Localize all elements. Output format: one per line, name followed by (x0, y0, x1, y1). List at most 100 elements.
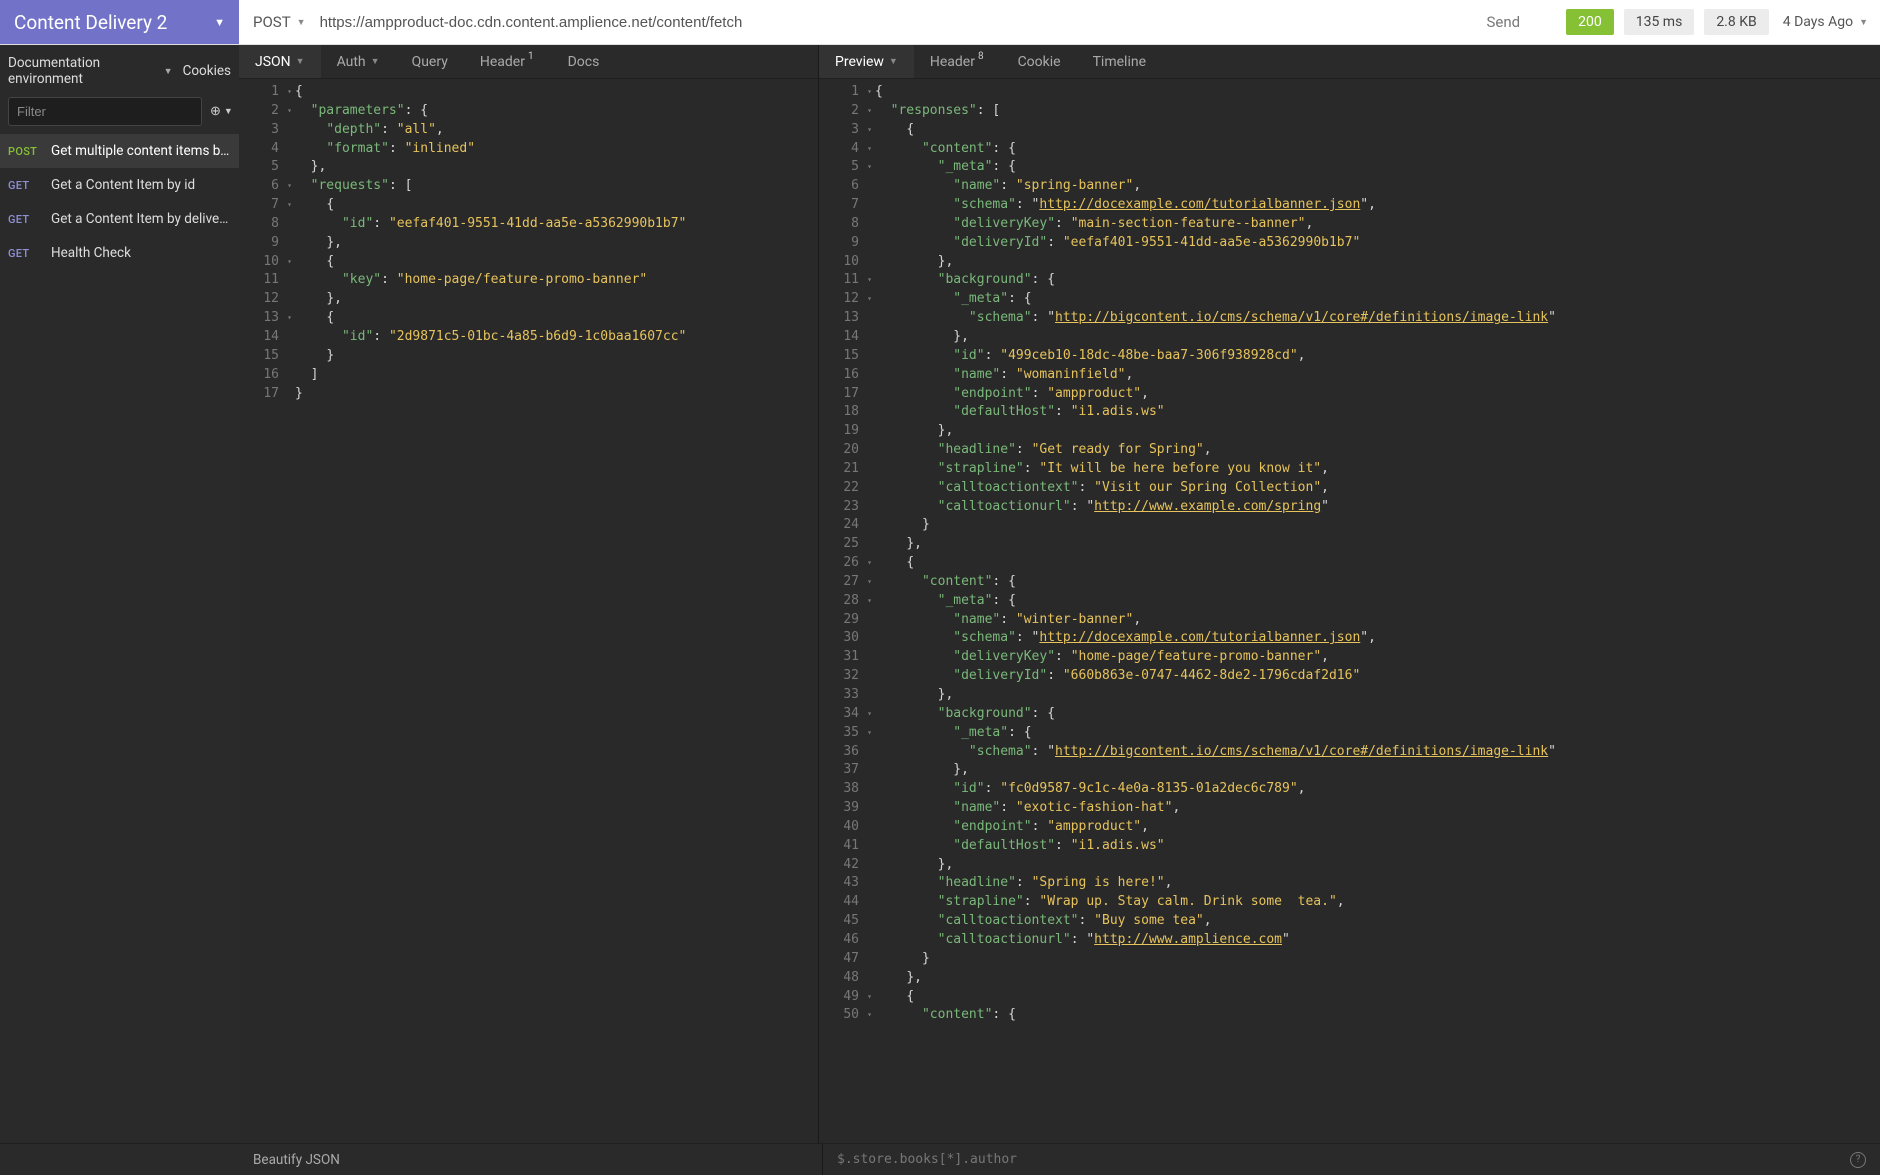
fold-toggle-icon[interactable]: ▾ (867, 595, 872, 607)
line-number: 2▾ (239, 102, 285, 121)
chevron-down-icon: ▼ (371, 56, 380, 67)
request-body-editor[interactable]: 1▾{2▾ "parameters": {3 "depth": "all",4 … (239, 79, 818, 1143)
status-code-pill[interactable]: 200 (1566, 9, 1614, 35)
code-line: 1▾{ (239, 83, 818, 102)
request-method-label: GET (8, 247, 41, 260)
tab-auth-label: Auth (337, 54, 366, 70)
line-number: 36 (819, 743, 865, 762)
line-number: 19 (819, 422, 865, 441)
help-icon[interactable]: ? (1850, 1152, 1866, 1168)
code-line: 5 }, (239, 158, 818, 177)
code-line: 17 "endpoint": "ampproduct", (819, 385, 1880, 404)
fold-toggle-icon[interactable]: ▾ (867, 105, 872, 117)
jsonpath-input[interactable]: $.store.books[*].author (837, 1152, 1017, 1167)
filter-input[interactable] (8, 97, 202, 126)
fold-toggle-icon[interactable]: ▾ (867, 161, 872, 173)
code-content: "content": { (865, 140, 1880, 159)
fold-toggle-icon[interactable]: ▾ (867, 557, 872, 569)
method-selector[interactable]: POST ▼ (253, 13, 306, 31)
line-number: 39 (819, 799, 865, 818)
code-line: 13 "schema": "http://bigcontent.io/cms/s… (819, 309, 1880, 328)
fold-toggle-icon[interactable]: ▾ (287, 256, 292, 268)
line-number: 3▾ (819, 121, 865, 140)
tab-docs[interactable]: Docs (552, 45, 616, 78)
tab-cookie[interactable]: Cookie (1002, 45, 1077, 78)
fold-toggle-icon[interactable]: ▾ (867, 124, 872, 136)
line-number: 7 (819, 196, 865, 215)
fold-toggle-icon[interactable]: ▾ (867, 576, 872, 588)
line-number: 22 (819, 479, 865, 498)
send-button[interactable]: Send (1469, 13, 1539, 31)
tab-timeline[interactable]: Timeline (1077, 45, 1162, 78)
tab-query[interactable]: Query (396, 45, 464, 78)
code-line: 11▾ "background": { (819, 271, 1880, 290)
fold-toggle-icon[interactable]: ▾ (867, 727, 872, 739)
fold-toggle-icon[interactable]: ▾ (867, 86, 872, 98)
fold-toggle-icon[interactable]: ▾ (287, 312, 292, 324)
line-number: 31 (819, 648, 865, 667)
sidebar-request-item[interactable]: GETGet a Content Item by delivery key (0, 202, 239, 236)
code-line: 4 "format": "inlined" (239, 140, 818, 159)
code-content: { (865, 554, 1880, 573)
line-number: 27▾ (819, 573, 865, 592)
line-number: 40 (819, 818, 865, 837)
fold-toggle-icon[interactable]: ▾ (867, 1009, 872, 1021)
tab-header-label: Header (930, 54, 975, 70)
add-request-button[interactable]: ⊕ ▼ (210, 104, 233, 119)
line-number: 35▾ (819, 724, 865, 743)
code-content: "requests": [ (285, 177, 818, 196)
code-content: }, (865, 686, 1880, 705)
code-content: }, (865, 535, 1880, 554)
line-number: 46 (819, 931, 865, 950)
workspace-selector[interactable]: Content Delivery 2 ▼ (0, 0, 239, 44)
code-content: "content": { (865, 573, 1880, 592)
code-content: "_meta": { (865, 158, 1880, 177)
environment-selector[interactable]: Documentation environment ▼ (8, 55, 173, 87)
response-size-pill[interactable]: 2.8 KB (1704, 9, 1768, 35)
code-content: { (865, 988, 1880, 1007)
response-body-viewer[interactable]: 1▾{2▾ "responses": [3▾ {4▾ "content": {5… (819, 79, 1880, 1143)
code-content: "headline": "Get ready for Spring", (865, 441, 1880, 460)
code-line: 7▾ { (239, 196, 818, 215)
sidebar-request-item[interactable]: GETGet a Content Item by id (0, 168, 239, 202)
line-number: 43 (819, 874, 865, 893)
sidebar-request-item[interactable]: GETHealth Check (0, 236, 239, 270)
chevron-down-icon: ▼ (889, 56, 898, 67)
tab-auth[interactable]: Auth ▼ (321, 45, 396, 78)
tab-json[interactable]: JSON ▼ (239, 45, 321, 78)
line-number: 30 (819, 629, 865, 648)
line-number: 11 (239, 271, 285, 290)
line-number: 4▾ (819, 140, 865, 159)
beautify-json-button[interactable]: Beautify JSON (239, 1152, 822, 1168)
sidebar-request-item[interactable]: POSTGet multiple content items by id ... (0, 134, 239, 168)
tab-header-response[interactable]: Header 8 (914, 45, 1002, 78)
code-content: { (865, 83, 1880, 102)
code-line: 29 "name": "winter-banner", (819, 611, 1880, 630)
line-number: 10 (819, 253, 865, 272)
response-time-pill[interactable]: 135 ms (1624, 9, 1695, 35)
fold-toggle-icon[interactable]: ▾ (287, 105, 292, 117)
chevron-down-icon: ▼ (164, 66, 173, 77)
fold-toggle-icon[interactable]: ▾ (287, 199, 292, 211)
fold-toggle-icon[interactable]: ▾ (867, 293, 872, 305)
fold-toggle-icon[interactable]: ▾ (867, 708, 872, 720)
code-content: "name": "winter-banner", (865, 611, 1880, 630)
fold-toggle-icon[interactable]: ▾ (867, 143, 872, 155)
fold-toggle-icon[interactable]: ▾ (867, 274, 872, 286)
history-timestamp[interactable]: 4 Days Ago ▼ (1783, 14, 1880, 30)
tab-json-label: JSON (255, 54, 291, 70)
code-content: { (285, 253, 818, 272)
fold-toggle-icon[interactable]: ▾ (867, 991, 872, 1003)
cookies-button[interactable]: Cookies (183, 63, 231, 79)
tab-preview[interactable]: Preview ▼ (819, 45, 914, 78)
code-content: } (285, 347, 818, 366)
fold-toggle-icon[interactable]: ▾ (287, 180, 292, 192)
request-list: POSTGet multiple content items by id ...… (0, 134, 239, 270)
sidebar: Documentation environment ▼ Cookies ⊕ ▼ … (0, 45, 239, 1143)
line-number: 4 (239, 140, 285, 159)
fold-toggle-icon[interactable]: ▾ (287, 86, 292, 98)
tab-header-request[interactable]: Header 1 (464, 45, 552, 78)
url-input[interactable] (320, 14, 1455, 31)
line-number: 15 (819, 347, 865, 366)
main: Documentation environment ▼ Cookies ⊕ ▼ … (0, 45, 1880, 1143)
